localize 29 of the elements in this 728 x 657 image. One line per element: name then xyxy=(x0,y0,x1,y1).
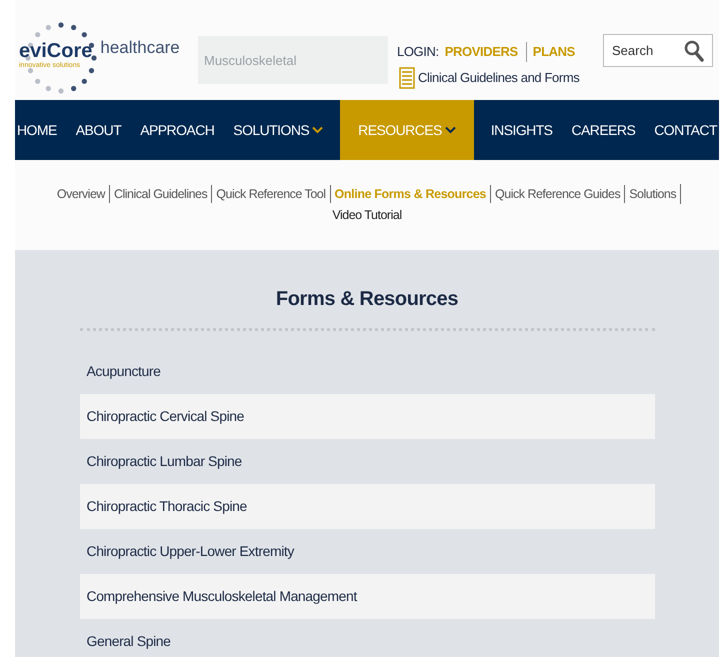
resource-link[interactable]: General Spine xyxy=(80,619,654,657)
resource-link[interactable]: Comprehensive Musculoskeletal Management xyxy=(80,574,654,619)
resource-link[interactable]: Chiropractic Lumbar Spine xyxy=(80,439,654,484)
nav-tab[interactable]: APPROACH xyxy=(138,100,216,160)
nav-tab[interactable]: INSIGHTS xyxy=(488,100,554,160)
nav-tab[interactable]: CONTACT xyxy=(652,100,719,160)
nav-tab[interactable]: CAREERS xyxy=(569,100,638,160)
login-label: LOGIN: xyxy=(397,43,439,61)
resource-link[interactable]: Chiropractic Upper-Lower Extremity xyxy=(80,529,654,574)
subnav-link[interactable]: Quick Reference Tool xyxy=(211,184,330,204)
search-input[interactable]: Search xyxy=(612,40,672,60)
guidelines-link[interactable]: Clinical Guidelines and Forms xyxy=(399,67,580,89)
site-search-field[interactable]: Search xyxy=(603,34,713,67)
resource-link[interactable]: Acupuncture xyxy=(80,349,654,394)
subnav-link[interactable]: Clinical Guidelines xyxy=(108,184,212,204)
logo-brand: eviCore xyxy=(19,41,92,61)
subnav-link[interactable]: Video Tutorial xyxy=(332,206,402,225)
nav-tab[interactable]: ABOUT xyxy=(74,100,124,160)
resource-link[interactable]: Chiropractic Cervical Spine xyxy=(80,394,654,439)
logo-suffix: healthcare xyxy=(100,37,180,60)
subnav-link[interactable]: Solutions xyxy=(624,184,680,204)
search-icon xyxy=(684,40,704,62)
subnav-link[interactable]: Quick Reference Guides xyxy=(490,184,624,204)
panel-title: Forms & Resources xyxy=(276,287,458,312)
nav-tab[interactable]: SOLUTIONS xyxy=(231,100,326,160)
nav-tab[interactable]: HOME xyxy=(15,100,59,160)
list-icon xyxy=(399,67,415,89)
subnav-link[interactable]: Overview xyxy=(52,184,109,204)
resource-link[interactable]: Chiropractic Thoracic Spine xyxy=(80,484,654,529)
